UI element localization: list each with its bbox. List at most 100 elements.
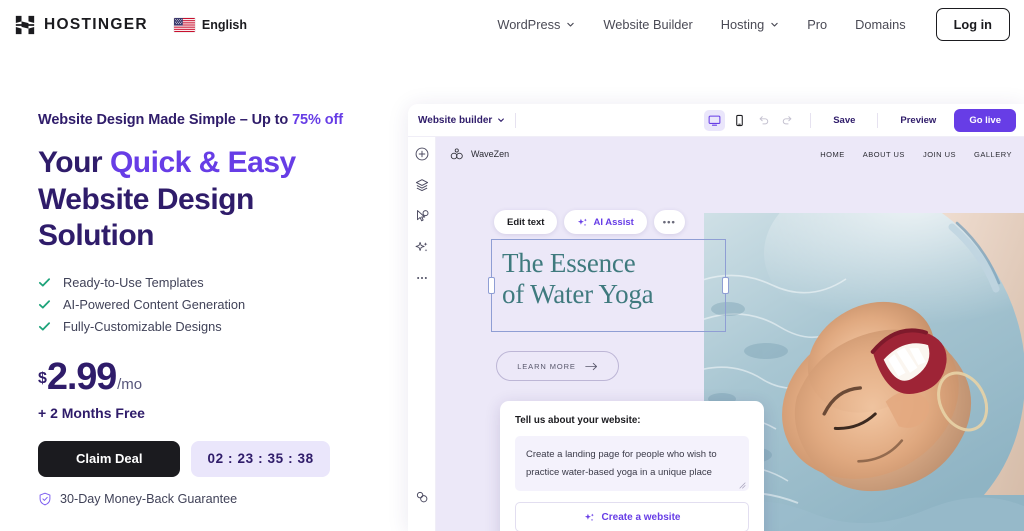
preview-button[interactable]: Preview [892, 115, 944, 126]
months-free-label: + 2 Months Free [38, 404, 145, 421]
nav-item-pro[interactable]: Pro [793, 17, 841, 32]
brand-name: HOSTINGER [44, 15, 148, 33]
hero-eyebrow: Website Design Made Simple – Up to 75% o… [38, 110, 368, 131]
selected-text-element[interactable]: The Essence of Water Yoga [488, 239, 729, 332]
go-live-button[interactable]: Go live [954, 108, 1016, 132]
guarantee-note: 30-Day Money-Back Guarantee [38, 492, 368, 506]
add-circle-icon[interactable] [414, 146, 430, 162]
price-currency: $ [38, 369, 47, 387]
pages-icon[interactable] [414, 208, 430, 224]
hero-eyebrow-text: Website Design Made Simple – Up to [38, 112, 293, 128]
canvas-heading-line-2: of Water Yoga [502, 278, 654, 309]
settings-link-icon[interactable] [414, 489, 430, 505]
site-nav-gallery[interactable]: GALLERY [974, 150, 1012, 159]
create-a-website-button[interactable]: Create a website [515, 502, 749, 531]
nav-label: WordPress [497, 17, 561, 32]
sparkle-icon [584, 513, 594, 521]
hero-content: Website Design Made Simple – Up to 75% o… [38, 110, 368, 506]
site-logo[interactable]: WaveZen [450, 147, 509, 162]
nav-item-domains[interactable]: Domains [841, 17, 920, 32]
login-button[interactable]: Log in [935, 8, 1010, 41]
builder-sidebar [408, 137, 436, 531]
hostinger-logo-icon [15, 15, 35, 34]
ai-prompt-value: Create a landing page for people who wis… [526, 449, 717, 478]
nav-item-website-builder[interactable]: Website Builder [589, 17, 706, 32]
arrow-right-icon [585, 362, 597, 370]
site-nav-home[interactable]: HOME [820, 150, 845, 159]
ai-sparkle-icon[interactable] [414, 239, 430, 255]
resize-grip-icon[interactable] [739, 482, 746, 489]
headline-highlight: Quick & Easy [109, 146, 296, 180]
mobile-icon [736, 114, 743, 126]
feature-list: Ready-to-Use Templates AI-Powered Conten… [38, 275, 368, 334]
check-icon [38, 278, 51, 287]
guarantee-label: 30-Day Money-Back Guarantee [60, 491, 238, 506]
site-nav-join-us[interactable]: JOIN US [923, 150, 956, 159]
brand-logo[interactable]: HOSTINGER [14, 14, 148, 36]
list-item: Ready-to-Use Templates [38, 275, 368, 290]
more-options-button[interactable]: ••• [653, 210, 685, 234]
builder-body: WaveZen HOME ABOUT US JOIN US GALLERY Ed… [408, 137, 1024, 531]
sparkle-icon [578, 218, 588, 226]
builder-canvas: WaveZen HOME ABOUT US JOIN US GALLERY Ed… [436, 137, 1024, 531]
ai-website-prompt-dialog: Tell us about your website: Create a lan… [500, 401, 764, 531]
nav-label: Hosting [720, 17, 765, 32]
desktop-view-button[interactable] [704, 109, 726, 131]
feature-label: Ready-to-Use Templates [63, 274, 204, 290]
site-navigation: WaveZen HOME ABOUT US JOIN US GALLERY [436, 137, 1024, 171]
resize-handle-right[interactable] [722, 277, 729, 294]
ai-prompt-textarea[interactable]: Create a landing page for people who wis… [515, 436, 749, 492]
resize-handle-left[interactable] [488, 277, 495, 294]
feature-label: Fully-Customizable Designs [63, 318, 222, 334]
canvas-heading: The Essence of Water Yoga [492, 240, 725, 310]
chevron-down-icon [771, 22, 778, 27]
nav-item-hosting[interactable]: Hosting [707, 17, 793, 32]
site-header: HOSTINGER English WordPress Website Buil… [0, 0, 1024, 49]
nav-label: Pro [807, 17, 828, 32]
headline-part-1: Your [38, 146, 110, 180]
builder-title: Website builder [418, 114, 493, 126]
desktop-icon [708, 115, 721, 126]
ai-assist-button[interactable]: AI Assist [564, 210, 647, 234]
create-website-label: Create a website [601, 511, 681, 523]
shield-check-icon [39, 492, 51, 506]
learn-more-button[interactable]: LEARN MORE [496, 351, 619, 381]
redo-button[interactable] [777, 111, 796, 130]
language-label: English [201, 17, 248, 32]
layers-icon[interactable] [414, 177, 430, 193]
edit-text-button[interactable]: Edit text [494, 210, 558, 234]
save-button[interactable]: Save [825, 115, 863, 126]
price-period: /mo [117, 375, 143, 393]
nav-label: Website Builder [603, 17, 693, 32]
list-item: AI-Powered Content Generation [38, 297, 368, 312]
ai-assist-label: AI Assist [593, 216, 634, 228]
chevron-down-icon[interactable] [497, 116, 505, 124]
cta-row: Claim Deal 02 : 23 : 35 : 38 [38, 440, 368, 477]
divider [810, 112, 812, 128]
mobile-view-button[interactable] [729, 110, 750, 131]
builder-topbar: Website builder Save Preview Go live [408, 104, 1024, 137]
language-selector[interactable]: English [173, 17, 248, 32]
more-horizontal-icon[interactable] [414, 270, 430, 286]
canvas-heading-line-1: The Essence [502, 248, 636, 278]
check-icon [38, 322, 51, 331]
page-title: Your Quick & Easy Website Design Solutio… [38, 145, 368, 255]
site-nav-links: HOME ABOUT US JOIN US GALLERY [820, 150, 1012, 159]
undo-button[interactable] [754, 111, 773, 130]
redo-icon [782, 116, 792, 125]
headline-part-2: Website Design Solution [38, 182, 254, 253]
nav-item-wordpress[interactable]: WordPress [483, 17, 589, 32]
builder-topbar-actions: Save Preview Go live [704, 108, 1016, 132]
website-builder-mockup: Website builder Save Preview Go live Wav… [408, 104, 1024, 531]
nav-label: Domains [855, 17, 906, 32]
undo-icon [759, 116, 768, 125]
claim-deal-button[interactable]: Claim Deal [38, 440, 181, 477]
site-nav-about-us[interactable]: ABOUT US [863, 150, 905, 159]
element-edit-toolbar: Edit text AI Assist ••• [494, 210, 685, 234]
ai-prompt-question: Tell us about your website: [515, 415, 641, 426]
divider [877, 112, 879, 128]
hero-eyebrow-highlight: 75% off [292, 112, 343, 128]
countdown-timer: 02 : 23 : 35 : 38 [191, 440, 330, 477]
price-amount: 2.99 [46, 355, 117, 398]
price-block: $ 2.99 /mo [38, 358, 368, 396]
